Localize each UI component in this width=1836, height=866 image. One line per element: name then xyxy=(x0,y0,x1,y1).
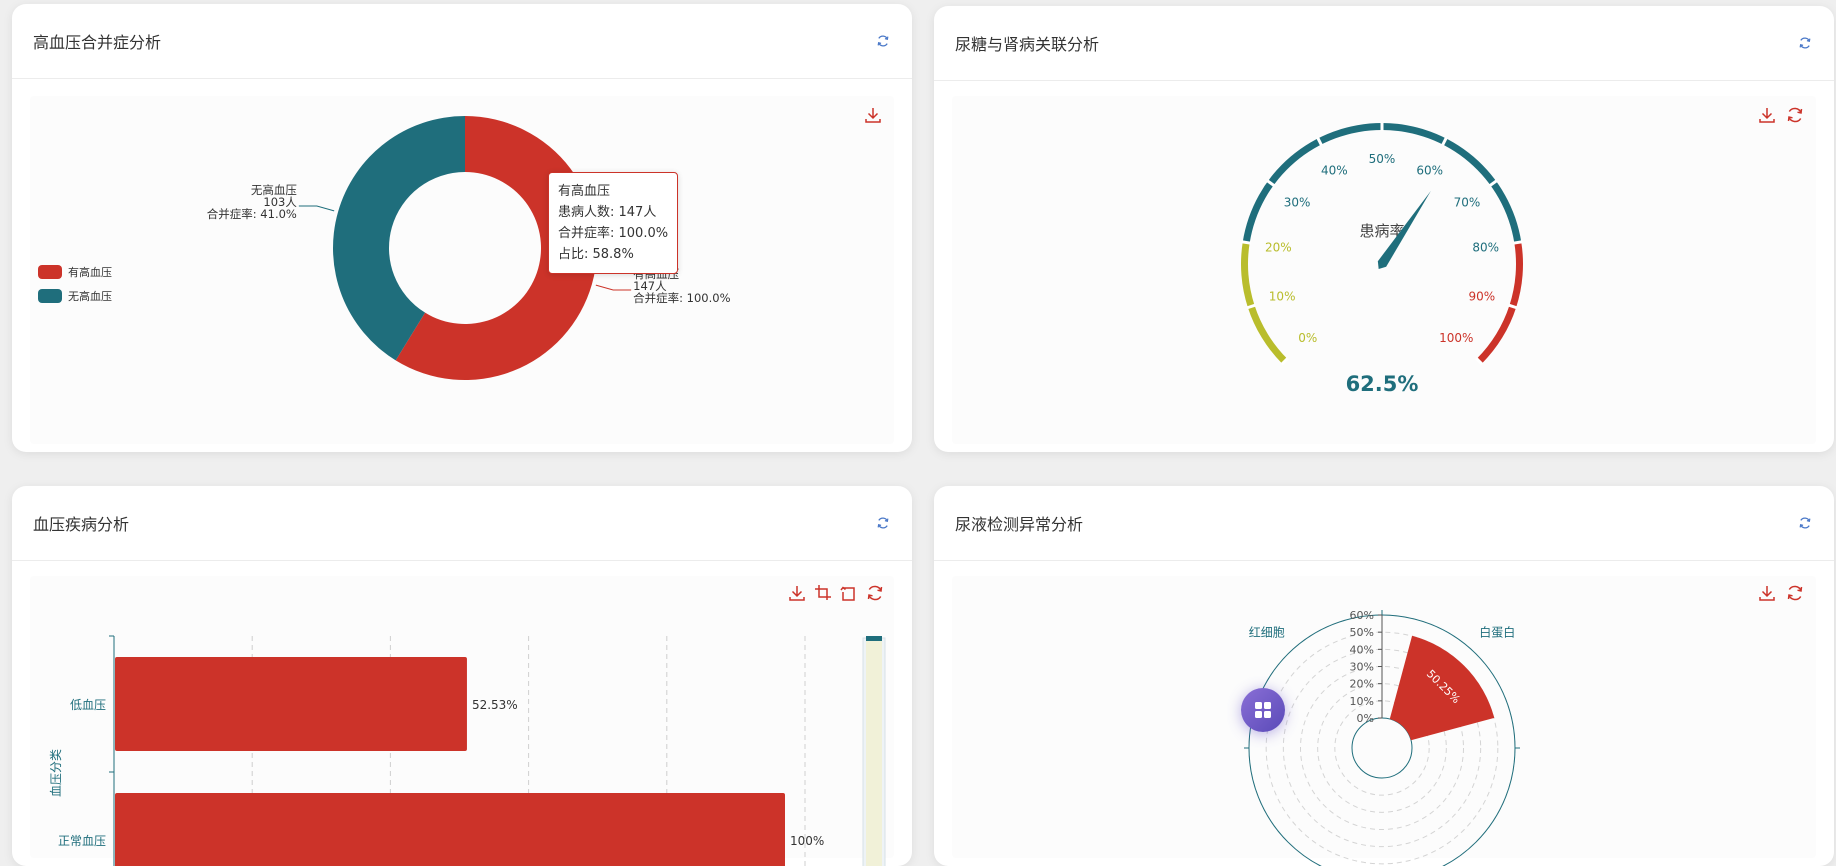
legend-item[interactable]: 无高血压 xyxy=(38,288,112,304)
gauge-tick-label: 40% xyxy=(1321,163,1348,177)
slice-label: 合并症率: 41.0% xyxy=(207,207,297,221)
gauge-tick-label: 100% xyxy=(1439,331,1473,345)
floating-menu-button[interactable] xyxy=(1241,688,1285,732)
gauge-chart: 0%10%20%30%40%50%60%70%80%90%100%患病率62.5… xyxy=(1241,122,1523,396)
gauge-tick-label: 0% xyxy=(1298,331,1317,345)
angle-category-label: 红细胞 xyxy=(1249,625,1285,640)
label-line xyxy=(298,205,335,212)
radius-tick-label: 30% xyxy=(1350,661,1374,674)
tooltip-title: 有高血压 xyxy=(558,184,611,199)
datazoom-handle xyxy=(866,636,882,641)
y-tick-label: 低血压 xyxy=(70,698,106,712)
gauge-split-line xyxy=(1241,240,1251,245)
polar-bar-chart: 0%10%20%30%40%50%60%50.25%红细胞 白蛋白 xyxy=(1244,609,1520,866)
tooltip-line: 患病人数: 147人 xyxy=(558,205,657,220)
radius-tick-label: 40% xyxy=(1350,643,1374,656)
gauge-value: 62.5% xyxy=(1346,372,1419,396)
gauge-tick-label: 60% xyxy=(1416,163,1443,177)
label-line xyxy=(595,284,632,291)
gauge-tick-label: 20% xyxy=(1265,241,1292,255)
gauge-tick-label: 70% xyxy=(1454,195,1481,209)
donut-chart: 有高血压147人合并症率: 100.0%无高血压103人合并症率: 41.0% xyxy=(207,116,731,380)
gauge-tick-label: 30% xyxy=(1284,195,1311,209)
legend-label: 有高血压 xyxy=(68,266,112,279)
legend-label: 无高血压 xyxy=(68,290,112,303)
legend-item[interactable]: 有高血压 xyxy=(38,264,112,280)
gauge-tick-label: 50% xyxy=(1369,152,1396,166)
card-diabetes: 尿糖与肾病关联分析 0% 10% 20% 30% 40% 50% 60% 70% 80% 90% 1… xyxy=(934,6,1834,452)
slice-label: 合并症率: 100.0% xyxy=(633,291,730,305)
card-hypertension: 高血压合并症分析 有高血压 147人 合并症率: 100.0% 无高血压 103人 合并症… xyxy=(12,4,912,452)
card-urine: 尿液检测异常分析 0% 10% 20% 30% 40% 50% 60% 50.25% 红细胞 白蛋… xyxy=(934,486,1834,866)
datazoom-window xyxy=(866,638,882,866)
radius-tick-label: 0% xyxy=(1357,712,1374,725)
radius-tick-label: 60% xyxy=(1350,609,1374,622)
angle-category-label: 白蛋白 xyxy=(1479,625,1515,640)
bar-chart: 52.53%低血压100%正常血压血压分类 xyxy=(49,635,886,866)
y-axis-title: 血压分类 xyxy=(49,749,63,797)
bar xyxy=(115,657,467,751)
tooltip: 有高血压 患病人数: 147人 合并症率: 100.0% 占比: 58.8% xyxy=(548,172,679,274)
radius-tick-label: 20% xyxy=(1350,678,1374,691)
gauge-tick-label: 90% xyxy=(1469,289,1496,303)
gauge-tick-label: 80% xyxy=(1472,241,1499,255)
gauge-split-line xyxy=(1513,240,1523,245)
inner-ring xyxy=(1351,717,1413,779)
legend-swatch xyxy=(38,289,62,303)
radius-tick-label: 10% xyxy=(1350,695,1374,708)
grid-icon xyxy=(1255,702,1271,718)
bar-value-label: 52.53% xyxy=(472,698,518,712)
tooltip-line: 合并症率: 100.0% xyxy=(558,226,669,241)
tooltip-line: 占比: 58.8% xyxy=(558,247,634,262)
radius-tick-label: 50% xyxy=(1350,626,1374,639)
card-bloodpressure: 血压疾病分析 52.53% 低血压 100% 正常血压 血压分类 xyxy=(12,486,912,866)
legend-swatch xyxy=(38,265,62,279)
gauge-tick-label: 10% xyxy=(1269,289,1296,303)
bar xyxy=(115,793,785,866)
